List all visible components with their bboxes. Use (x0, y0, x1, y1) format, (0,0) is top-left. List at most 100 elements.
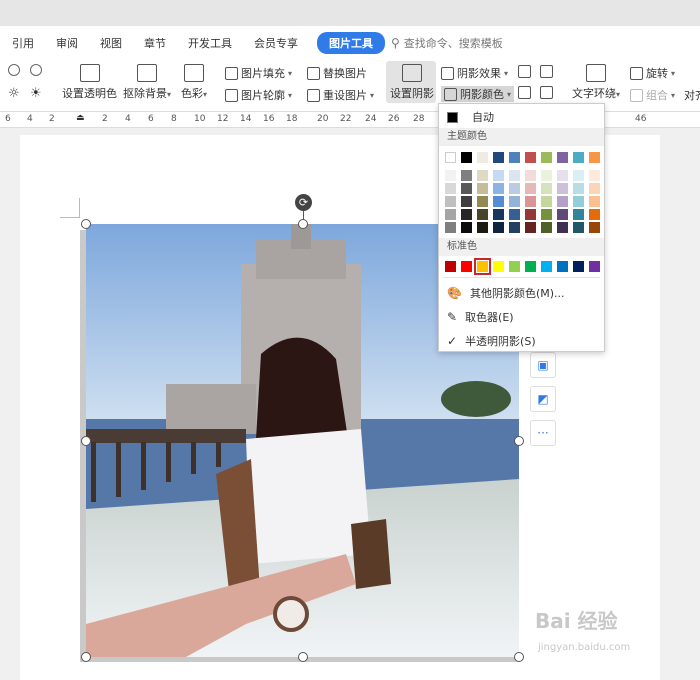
pic-outline-button[interactable]: 图片轮廓 ▾ (225, 87, 292, 103)
theme-color-swatch[interactable] (509, 152, 520, 163)
theme-shade-swatch[interactable] (557, 222, 568, 233)
theme-shade-swatch[interactable] (557, 196, 568, 207)
theme-shade-swatch[interactable] (525, 170, 536, 181)
theme-shade-swatch[interactable] (589, 209, 600, 220)
replace-pic-button[interactable]: 替换图片 (307, 65, 367, 81)
theme-shade-swatch[interactable] (477, 170, 488, 181)
theme-shade-swatch[interactable] (541, 196, 552, 207)
theme-shade-swatch[interactable] (573, 196, 584, 207)
theme-shade-swatch[interactable] (477, 209, 488, 220)
theme-shade-swatch[interactable] (445, 222, 456, 233)
semi-transparent-shadow-option[interactable]: ✓ 半透明阴影(S) (439, 333, 604, 349)
theme-shade-swatch[interactable] (541, 183, 552, 194)
rotate-handle-icon[interactable]: ⟳ (295, 194, 312, 211)
theme-color-swatch[interactable] (525, 152, 536, 163)
theme-shade-swatch[interactable] (493, 183, 504, 194)
theme-color-swatch[interactable] (573, 152, 584, 163)
indent-marker-icon[interactable]: ⏏ (76, 113, 85, 123)
standard-color-swatch[interactable] (589, 261, 600, 272)
theme-shade-swatch[interactable] (557, 209, 568, 220)
theme-shade-swatch[interactable] (493, 209, 504, 220)
rotate-left-button[interactable] (8, 64, 20, 76)
color-button[interactable]: 色彩▾ (181, 64, 207, 101)
theme-shade-swatch[interactable] (445, 209, 456, 220)
tab-view[interactable]: 视图 (89, 35, 133, 51)
theme-shade-swatch[interactable] (493, 170, 504, 181)
theme-shade-swatch[interactable] (573, 183, 584, 194)
tab-member[interactable]: 会员专享 (243, 35, 309, 51)
theme-shade-swatch[interactable] (445, 183, 456, 194)
theme-shade-swatch[interactable] (573, 170, 584, 181)
theme-shade-swatch[interactable] (509, 209, 520, 220)
float-crop-button[interactable]: ▣ (530, 352, 556, 378)
resize-handle-n[interactable] (298, 219, 308, 229)
auto-color-option[interactable]: 自动 (439, 109, 604, 125)
theme-shade-swatch[interactable] (589, 170, 600, 181)
float-picture-button[interactable]: ◩ (530, 386, 556, 412)
theme-shade-swatch[interactable] (445, 196, 456, 207)
resize-handle-e[interactable] (514, 436, 524, 446)
theme-shade-swatch[interactable] (509, 196, 520, 207)
standard-color-swatch[interactable] (525, 261, 536, 272)
theme-color-swatch[interactable] (493, 152, 504, 163)
shadow-nudge-down-button[interactable] (540, 65, 553, 78)
theme-shade-swatch[interactable] (493, 196, 504, 207)
theme-shade-swatch[interactable] (541, 170, 552, 181)
theme-color-swatch[interactable] (541, 152, 552, 163)
tab-chapter[interactable]: 章节 (133, 35, 177, 51)
group-button[interactable]: 组合 ▾ (630, 87, 675, 103)
theme-color-swatch[interactable] (461, 152, 472, 163)
search-box[interactable]: ⚲ 查找命令、搜索模板 (391, 35, 503, 51)
standard-color-swatch[interactable] (557, 261, 568, 272)
theme-shade-swatch[interactable] (525, 222, 536, 233)
tab-references[interactable]: 引用 (0, 35, 45, 51)
text-wrap-button[interactable]: 文字环绕▾ (572, 64, 620, 101)
resize-handle-s[interactable] (298, 652, 308, 662)
standard-color-swatch[interactable] (474, 258, 491, 275)
align-button[interactable]: 对齐 (684, 87, 700, 103)
theme-color-swatch[interactable] (557, 152, 568, 163)
pic-fill-button[interactable]: 图片填充 ▾ (225, 65, 292, 81)
theme-shade-swatch[interactable] (509, 222, 520, 233)
rotate-right-button[interactable] (30, 64, 42, 76)
standard-color-swatch[interactable] (509, 261, 520, 272)
resize-handle-sw[interactable] (81, 652, 91, 662)
set-shadow-button[interactable]: 设置阴影 (390, 64, 434, 101)
theme-shade-swatch[interactable] (525, 196, 536, 207)
standard-color-swatch[interactable] (493, 261, 504, 272)
theme-shade-swatch[interactable] (461, 170, 472, 181)
rotate-button[interactable]: 旋转 ▾ (630, 65, 675, 81)
shadow-color-button[interactable]: 阴影颜色 ▾ (441, 86, 515, 102)
theme-color-swatch[interactable] (589, 152, 600, 163)
resize-handle-nw[interactable] (81, 219, 91, 229)
theme-shade-swatch[interactable] (461, 183, 472, 194)
brightness-button[interactable]: ☼ (8, 86, 20, 101)
more-shadow-colors-option[interactable]: 🎨 其他阴影颜色(M)... (439, 285, 604, 301)
theme-shade-swatch[interactable] (573, 209, 584, 220)
tab-developer[interactable]: 开发工具 (177, 35, 243, 51)
theme-shade-swatch[interactable] (541, 209, 552, 220)
standard-color-swatch[interactable] (461, 261, 472, 272)
shadow-nudge-up-button[interactable] (518, 65, 531, 78)
theme-color-swatch[interactable] (477, 152, 488, 163)
standard-color-swatch[interactable] (541, 261, 552, 272)
theme-shade-swatch[interactable] (509, 183, 520, 194)
theme-shade-swatch[interactable] (557, 183, 568, 194)
standard-color-swatch[interactable] (573, 261, 584, 272)
tab-review[interactable]: 审阅 (45, 35, 89, 51)
shadow-effect-button[interactable]: 阴影效果 ▾ (441, 65, 508, 81)
theme-shade-swatch[interactable] (589, 196, 600, 207)
theme-shade-swatch[interactable] (461, 209, 472, 220)
theme-shade-swatch[interactable] (493, 222, 504, 233)
theme-shade-swatch[interactable] (461, 222, 472, 233)
shadow-nudge-right-button[interactable] (540, 86, 553, 99)
theme-shade-swatch[interactable] (477, 196, 488, 207)
theme-shade-swatch[interactable] (525, 209, 536, 220)
theme-shade-swatch[interactable] (445, 170, 456, 181)
shadow-nudge-left-button[interactable] (518, 86, 531, 99)
theme-shade-swatch[interactable] (589, 222, 600, 233)
eyedropper-option[interactable]: ✎ 取色器(E) (439, 309, 604, 325)
set-transparent-button[interactable]: 设置透明色 (62, 64, 117, 101)
remove-bg-button[interactable]: 抠除背景▾ (123, 64, 171, 101)
reset-pic-button[interactable]: 重设图片 ▾ (307, 87, 374, 103)
